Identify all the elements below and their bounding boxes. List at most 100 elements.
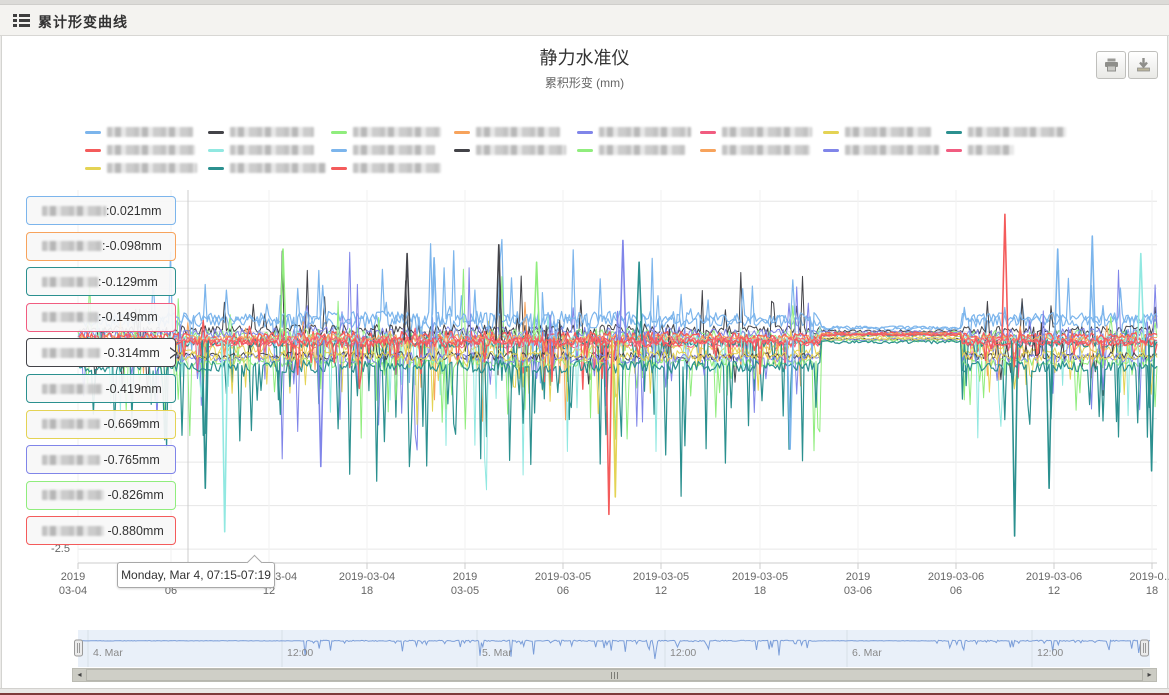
legend-item[interactable]: [946, 141, 1069, 159]
tooltip-series-box: :0.021mm: [26, 196, 176, 225]
series-line-marker: [823, 149, 839, 152]
legend-item[interactable]: [823, 123, 946, 141]
legend-label-masked: [599, 127, 691, 137]
tooltip-series-box: :-0.098mm: [26, 232, 176, 261]
x-axis-label: 201903-05: [451, 570, 479, 598]
tooltip-header-text: Monday, Mar 4, 07:15-07:19: [121, 568, 271, 582]
navigator-label: 6. Mar: [852, 647, 882, 659]
series-line-marker: [946, 149, 962, 152]
legend-item[interactable]: [208, 159, 331, 177]
plot-area[interactable]: [78, 190, 1157, 563]
scrollbar-right-arrow[interactable]: ▸: [1142, 669, 1156, 681]
tooltip-label-masked: [42, 526, 104, 536]
download-button[interactable]: [1128, 51, 1158, 79]
legend-label-masked: [476, 145, 566, 155]
scrollbar-thumb[interactable]: [86, 669, 1143, 681]
tooltip-header: Monday, Mar 4, 07:15-07:19: [117, 562, 275, 588]
legend-label-masked: [353, 127, 441, 137]
tooltip-series-box: -0.765mm: [26, 445, 176, 474]
legend-label-masked: [107, 127, 193, 137]
series-line-marker: [700, 131, 716, 134]
legend-label-masked: [722, 127, 812, 137]
chart-legend: [85, 123, 1089, 177]
tooltip-label-masked: [42, 490, 104, 500]
navigator-label: 12:00: [670, 647, 696, 659]
legend-item[interactable]: [700, 141, 823, 159]
legend-label-masked: [722, 145, 810, 155]
series-line-marker: [946, 131, 962, 134]
legend-item[interactable]: [85, 159, 208, 177]
tooltip-value: :0.021mm: [106, 204, 162, 218]
x-axis-label: 2019-03-0506: [535, 570, 591, 598]
legend-item[interactable]: [454, 123, 577, 141]
legend-item[interactable]: [946, 123, 1069, 141]
tooltip-series-box: -0.880mm: [26, 516, 176, 545]
legend-item[interactable]: [85, 123, 208, 141]
tooltip-series-box: :-0.129mm: [26, 267, 176, 296]
x-axis-label: 2019-0…18: [1129, 570, 1169, 598]
navigator-label: 12:00: [287, 647, 313, 659]
x-axis-label: 201903-04: [59, 570, 87, 598]
tooltip-label-masked: [42, 277, 98, 287]
legend-item[interactable]: [823, 141, 946, 159]
tooltip-value: -0.880mm: [104, 524, 164, 538]
navigator-label: 12:00: [1037, 647, 1063, 659]
legend-label-masked: [845, 145, 939, 155]
series-line-marker: [208, 167, 224, 170]
legend-item[interactable]: [331, 159, 454, 177]
scrollbar[interactable]: ◂ ▸: [72, 668, 1157, 682]
tooltip-series-box: -0.826mm: [26, 481, 176, 510]
series-line-marker: [208, 149, 224, 152]
tooltip-label-masked: [42, 419, 100, 429]
navigator-handle[interactable]: [75, 640, 83, 656]
navigator-handle[interactable]: [1141, 640, 1149, 656]
navigator-label: 4. Mar: [93, 647, 123, 659]
x-axis-label: 2019-03-0606: [928, 570, 984, 598]
legend-item[interactable]: [331, 123, 454, 141]
series-line-marker: [331, 167, 347, 170]
series-line-marker: [85, 167, 101, 170]
download-icon: [1136, 58, 1151, 72]
tooltip-label-masked: [42, 384, 102, 394]
series-line-marker: [331, 149, 347, 152]
legend-label-masked: [230, 127, 314, 137]
series-line-marker: [700, 149, 716, 152]
legend-item[interactable]: [577, 123, 700, 141]
tooltip-value: -0.765mm: [100, 453, 160, 467]
printer-icon: [1104, 58, 1119, 72]
tooltip-label-masked: [42, 206, 106, 216]
legend-label-masked: [107, 163, 197, 173]
series-line-marker: [577, 131, 593, 134]
legend-label-masked: [476, 127, 560, 137]
series-line-marker: [208, 131, 224, 134]
series-line-marker: [577, 149, 593, 152]
legend-label-masked: [353, 145, 435, 155]
legend-item[interactable]: [700, 123, 823, 141]
tooltip-value: -0.314mm: [100, 346, 160, 360]
tooltip-value: :-0.098mm: [102, 239, 162, 253]
navigator-label: 5. Mar: [482, 647, 512, 659]
tooltip-series-box: -0.669mm: [26, 410, 176, 439]
legend-item[interactable]: [454, 141, 577, 159]
legend-label-masked: [599, 145, 685, 155]
legend-item[interactable]: [577, 141, 700, 159]
print-button[interactable]: [1096, 51, 1126, 79]
scrollbar-left-arrow[interactable]: ◂: [73, 669, 87, 681]
legend-item[interactable]: [85, 141, 208, 159]
legend-item[interactable]: [208, 123, 331, 141]
x-axis-label: 201903-06: [844, 570, 872, 598]
series-line-marker: [454, 131, 470, 134]
tooltip-series-box: -0.314mm: [26, 338, 176, 367]
legend-item[interactable]: [331, 141, 454, 159]
tooltip-value: :-0.149mm: [98, 310, 158, 324]
legend-label-masked: [230, 145, 314, 155]
series-line-marker: [823, 131, 839, 134]
series-line-marker: [85, 149, 101, 152]
tooltip-series-box: -0.419mm: [26, 374, 176, 403]
tooltip-value: -0.419mm: [102, 382, 162, 396]
legend-label-masked: [968, 127, 1066, 137]
series-line-marker: [85, 131, 101, 134]
legend-label-masked: [845, 127, 931, 137]
x-axis-label: 2019-03-0518: [732, 570, 788, 598]
legend-item[interactable]: [208, 141, 331, 159]
